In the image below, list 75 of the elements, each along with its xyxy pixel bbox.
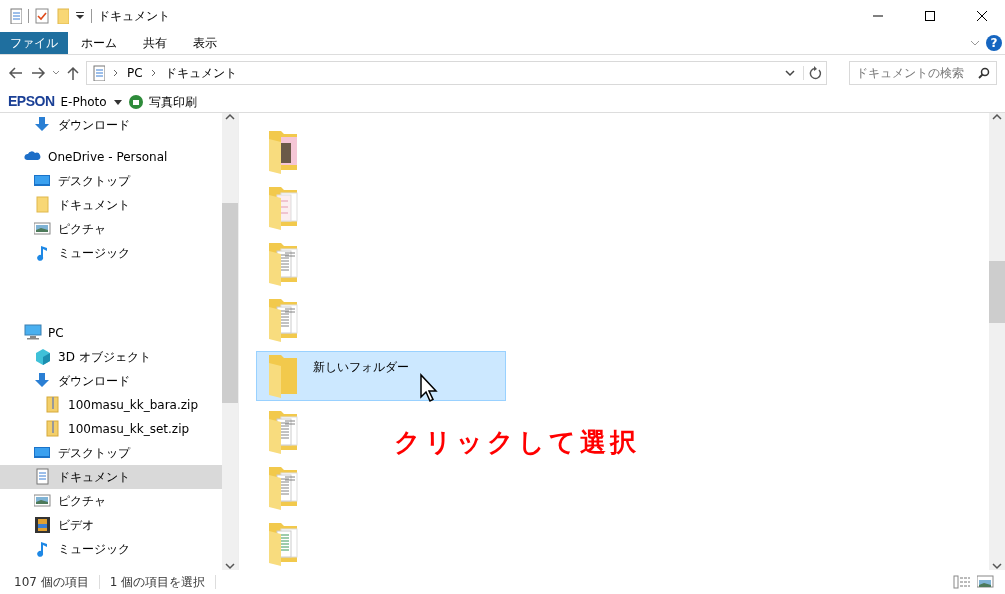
close-icon[interactable]	[976, 10, 988, 22]
folder-icon	[267, 185, 299, 231]
scrollbar-thumb[interactable]	[222, 203, 238, 403]
expand-ribbon-icon[interactable]	[970, 38, 980, 48]
nav-item[interactable]: ドキュメント	[0, 465, 222, 489]
brand-logo: EPSON	[8, 92, 55, 111]
dropdown-icon[interactable]	[75, 11, 85, 21]
nav-item[interactable]: デスクトップ	[0, 441, 222, 465]
nav-item[interactable]: PC	[0, 321, 222, 345]
search-field[interactable]: ドキュメントの検索	[849, 61, 997, 85]
nav-item[interactable]: ピクチャ	[0, 489, 222, 513]
zip-icon	[44, 420, 62, 438]
folder-item[interactable]: 新しいフォルダー	[256, 351, 506, 401]
nav-item[interactable]: ダウンロード	[0, 369, 222, 393]
nav-item[interactable]: OneDrive - Personal	[0, 145, 222, 169]
nav-item[interactable]: ビデオ	[0, 513, 222, 537]
folder-icon	[267, 129, 299, 175]
document-icon	[91, 65, 105, 81]
search-icon[interactable]	[978, 67, 990, 79]
pictures-icon	[34, 492, 52, 510]
folder-icon	[267, 465, 299, 511]
ribbon-tab[interactable]: 表示	[180, 32, 230, 54]
pc-icon	[24, 324, 42, 342]
nav-item[interactable]: ドキュメント	[0, 193, 222, 217]
nav-item[interactable]: 100masu_kk_set.zip	[0, 417, 222, 441]
folder-icon	[267, 297, 299, 343]
scrollbar-thumb[interactable]	[989, 261, 1005, 323]
annotation-text: クリックして選択	[394, 426, 640, 459]
folder-icon	[267, 521, 299, 567]
printer-icon[interactable]	[128, 94, 143, 109]
recent-dropdown-icon[interactable]	[52, 69, 60, 77]
download-icon	[34, 116, 52, 134]
download-icon	[34, 372, 52, 390]
chevron-icon	[150, 69, 157, 77]
properties-icon[interactable]	[35, 8, 49, 24]
mouse-cursor-icon	[419, 373, 439, 403]
print-photo-button[interactable]: 写真印刷	[148, 92, 197, 111]
large-icons-view-icon[interactable]	[977, 575, 997, 589]
folder-icon	[267, 353, 299, 399]
nav-item[interactable]: デスクトップ	[0, 169, 222, 193]
ribbon-tab[interactable]: 共有	[130, 32, 180, 54]
document-icon	[34, 468, 52, 486]
scroll-up-icon[interactable]	[225, 113, 235, 121]
video-icon	[34, 516, 52, 534]
help-button[interactable]: ?	[986, 35, 1002, 51]
chevron-icon	[113, 69, 119, 77]
scroll-down-icon[interactable]	[225, 562, 235, 570]
window-title: ドキュメント	[98, 8, 170, 25]
nav-item[interactable]: 100masu_kk_bara.zip	[0, 393, 222, 417]
nav-item[interactable]: ミュージック	[0, 241, 222, 265]
nav-item[interactable]: 3D オブジェクト	[0, 345, 222, 369]
file-tab[interactable]: ファイル	[0, 32, 68, 54]
scroll-up-icon[interactable]	[992, 113, 1002, 121]
selection-count: 1 個の項目を選択	[109, 574, 206, 591]
folder-icon	[34, 196, 52, 214]
nav-item[interactable]: ピクチャ	[0, 217, 222, 241]
nav-item[interactable]: ミュージック	[0, 537, 222, 561]
cube-icon	[34, 348, 52, 366]
nav-item[interactable]: ダウンロード	[0, 113, 222, 137]
app-name[interactable]: E-Photo	[60, 92, 107, 111]
breadcrumb-item[interactable]: ドキュメント	[164, 64, 237, 82]
pictures-icon	[34, 220, 52, 238]
up-arrow-icon[interactable]	[66, 65, 80, 81]
breadcrumb-item[interactable]: PC	[127, 64, 143, 82]
zip-icon	[44, 396, 62, 414]
dropdown-icon[interactable]	[785, 68, 795, 78]
scroll-down-icon[interactable]	[992, 562, 1002, 570]
back-arrow-icon[interactable]	[8, 65, 24, 81]
folder-icon	[267, 241, 299, 287]
maximize-icon[interactable]	[924, 10, 936, 22]
ribbon-tab[interactable]: ホーム	[68, 32, 130, 54]
item-count: 107 個の項目	[14, 574, 89, 591]
folder-icon	[267, 409, 299, 455]
forward-arrow-icon[interactable]	[30, 65, 46, 81]
address-bar[interactable]: PC ドキュメント	[86, 61, 827, 85]
